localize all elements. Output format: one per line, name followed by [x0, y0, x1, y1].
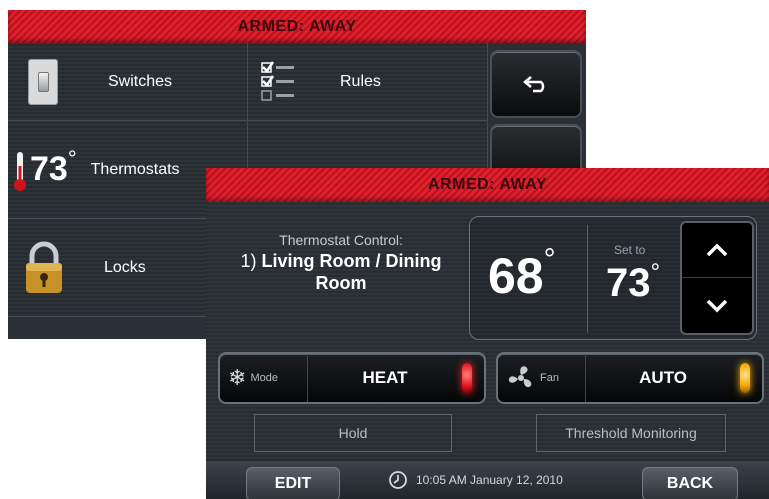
- thermostat-room: 1) Living Room / Dining Room: [216, 250, 466, 294]
- bottom-toolbar: EDIT 10:05 AM January 12, 2010 BACK: [206, 461, 769, 499]
- date-time-text: 10:05 AM January 12, 2010: [416, 473, 563, 487]
- rules-tile[interactable]: Rules: [248, 43, 488, 121]
- fan-value: AUTO: [639, 368, 687, 387]
- padlock-icon: [26, 241, 62, 293]
- thermometer-icon: [14, 151, 26, 191]
- return-arrow-icon: [523, 76, 545, 93]
- current-temperature: 68°: [488, 243, 556, 304]
- fan-button[interactable]: Fan AUTO: [496, 352, 764, 404]
- increase-temp-button[interactable]: [682, 223, 752, 278]
- thermostat-index: 1): [240, 251, 257, 271]
- switches-label: Switches: [108, 72, 173, 90]
- set-to-label: Set to: [614, 243, 646, 257]
- edit-button[interactable]: EDIT: [246, 467, 340, 499]
- fan-caption: Fan: [540, 372, 559, 384]
- armed-status-banner: ARMED: AWAY: [8, 10, 586, 43]
- chevron-down-icon: [706, 299, 728, 312]
- set-temperature: 73°: [606, 259, 661, 305]
- fan-icon-area: Fan: [498, 354, 586, 402]
- thermostat-tile-temp: 73°: [30, 146, 77, 188]
- fan-indicator-light: [740, 363, 750, 393]
- setpoint-stepper: [680, 221, 754, 335]
- thermostat-control-screen: ARMED: AWAY Thermostat Control: 1) Livin…: [206, 168, 769, 499]
- rules-label: Rules: [340, 72, 381, 90]
- divider: [587, 225, 588, 333]
- checklist-icon: [261, 60, 294, 101]
- back-button[interactable]: BACK: [642, 467, 738, 499]
- armed-status-banner-front: ARMED: AWAY: [206, 168, 769, 202]
- thermostat-title: Thermostat Control:: [279, 232, 403, 248]
- thermostats-label: Thermostats: [90, 160, 180, 178]
- date-time-display: 10:05 AM January 12, 2010: [388, 467, 563, 493]
- decrease-temp-button[interactable]: [682, 278, 752, 333]
- temperature-panel: 68° Set to 73°: [469, 216, 757, 340]
- mode-value: HEAT: [362, 368, 408, 387]
- fan-icon: [508, 366, 532, 388]
- switches-tile[interactable]: Switches: [8, 43, 248, 121]
- snowflake-sun-icon: ❄: [228, 365, 247, 390]
- hold-button[interactable]: Hold: [254, 414, 452, 452]
- heat-indicator-light: [462, 363, 472, 393]
- thermostat-info: Thermostat Control: 1) Living Room / Din…: [216, 232, 466, 294]
- mode-caption: Mode: [250, 372, 278, 384]
- mode-icon-area: ❄ Mode: [220, 354, 308, 402]
- light-switch-icon: [28, 58, 58, 105]
- chevron-up-icon: [706, 243, 728, 257]
- threshold-monitoring-button[interactable]: Threshold Monitoring: [536, 414, 726, 452]
- return-button[interactable]: [490, 50, 582, 118]
- room-name: Living Room / Dining Room: [261, 251, 442, 293]
- mode-button[interactable]: ❄ Mode HEAT: [218, 352, 486, 404]
- locks-label: Locks: [104, 258, 146, 276]
- clock-icon: [389, 471, 407, 489]
